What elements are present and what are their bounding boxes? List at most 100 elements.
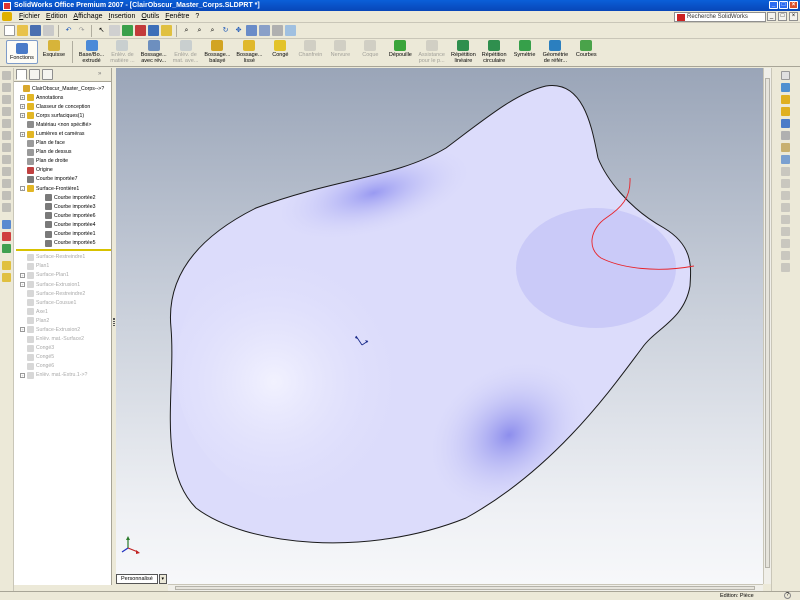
section-view-icon[interactable] — [272, 25, 283, 36]
maximize-button[interactable]: □ — [779, 1, 788, 9]
tree-expander-icon[interactable]: + — [20, 372, 25, 378]
pane-tool-7-icon[interactable] — [781, 239, 790, 248]
view-palette-icon[interactable] — [781, 131, 790, 140]
tree-item[interactable]: + Surface-Plan1 — [16, 271, 111, 280]
feature-manager-tab[interactable] — [16, 69, 27, 80]
smart-dimension-icon[interactable] — [2, 220, 11, 229]
configuration-manager-tab[interactable] — [42, 69, 53, 80]
task-pane-collapse-icon[interactable] — [781, 71, 790, 80]
tree-item[interactable]: Plan de face — [16, 139, 111, 148]
tab-fonctions[interactable]: Fonctions — [6, 40, 38, 64]
menu-insertion[interactable]: Insertion — [105, 13, 138, 20]
offset-tool-icon[interactable] — [2, 203, 11, 212]
block-icon[interactable] — [2, 273, 11, 282]
point-tool-icon[interactable] — [2, 143, 11, 152]
cmd-button-12[interactable]: Répétition linéaire — [451, 40, 476, 64]
trim-tool-icon[interactable] — [2, 191, 11, 200]
tree-item[interactable]: Courbe importée4 — [16, 220, 111, 229]
tree-expander-icon[interactable]: + — [20, 131, 25, 137]
open-folder-icon[interactable] — [17, 25, 28, 36]
redo-icon[interactable]: ↷ — [76, 25, 87, 36]
cmd-button-4[interactable]: Bossage... balayé — [204, 40, 230, 64]
print-icon[interactable] — [43, 25, 54, 36]
tree-item[interactable]: Axe1 — [16, 307, 111, 316]
doc-close-button[interactable]: × — [789, 12, 798, 21]
pane-tool-2-icon[interactable] — [781, 179, 790, 188]
tree-item[interactable]: Congé3 — [16, 344, 111, 353]
zoom-area-icon[interactable]: ⌕ — [194, 25, 205, 36]
tree-item[interactable]: Plan2 — [16, 316, 111, 325]
tree-item[interactable]: - Surface-Frontière1 — [16, 184, 111, 193]
cmd-button-1[interactable]: Enlèv. de matière ... — [110, 40, 135, 64]
cmd-button-3[interactable]: Enlèv. de mat. ave... — [173, 40, 198, 64]
cmd-button-5[interactable]: Bossage... lissé — [236, 40, 262, 64]
zoom-to-fit-icon[interactable]: ⌕ — [181, 25, 192, 36]
help-icon[interactable] — [161, 25, 172, 36]
tree-item[interactable]: Surface-Cousue1 — [16, 298, 111, 307]
display-style-icon[interactable] — [259, 25, 270, 36]
property-manager-tab[interactable] — [29, 69, 40, 80]
tree-expander-icon[interactable]: + — [20, 327, 25, 333]
cmd-button-7[interactable]: Chanfrein — [298, 40, 322, 64]
tree-item[interactable]: Courbe importée6 — [16, 211, 111, 220]
tab-personnalise[interactable]: Personnalisé — [116, 573, 158, 584]
rect-tool-icon[interactable] — [2, 95, 11, 104]
tree-item[interactable]: + Corps surfaciques(1) — [16, 111, 111, 120]
doc-restore-button[interactable]: □ — [778, 12, 787, 21]
sheet-dropdown-button[interactable]: ▾ — [158, 573, 167, 584]
view-orientation-icon[interactable] — [148, 25, 159, 36]
pane-tool-3-icon[interactable] — [781, 191, 790, 200]
standard-views-icon[interactable] — [246, 25, 257, 36]
view-icon[interactable] — [285, 25, 296, 36]
cmd-button-9[interactable]: Coque — [358, 40, 382, 64]
undo-icon[interactable]: ↶ — [63, 25, 74, 36]
vertical-scrollbar[interactable] — [763, 68, 771, 584]
new-document-icon[interactable] — [4, 25, 15, 36]
appearances-icon[interactable] — [781, 143, 790, 152]
save-icon[interactable] — [30, 25, 41, 36]
arc-tool-icon[interactable] — [2, 119, 11, 128]
tree-item[interactable]: Courbe importée5 — [16, 239, 111, 248]
sketch-tool-icon[interactable] — [2, 71, 11, 80]
tree-item[interactable]: Courbe importée7 — [16, 175, 111, 184]
layer-icon[interactable] — [2, 261, 11, 270]
tree-item[interactable]: ClairObscur_Master_Corps-->? — [16, 84, 111, 93]
pane-tool-6-icon[interactable] — [781, 227, 790, 236]
tree-item[interactable]: Matériau <non spécifié> — [16, 120, 111, 129]
tree-expander-icon[interactable]: + — [20, 282, 25, 288]
tree-item[interactable]: Plan de droite — [16, 157, 111, 166]
tree-item[interactable]: + Enlèv. mat.-Extru.1->? — [16, 371, 111, 380]
search-pane-icon[interactable] — [781, 119, 790, 128]
tree-expander-icon[interactable]: + — [20, 272, 25, 278]
menu-affichage[interactable]: Affichage — [70, 13, 105, 20]
menu-edition[interactable]: Edition — [43, 13, 70, 20]
custom-props-icon[interactable] — [781, 155, 790, 164]
tree-item[interactable]: + Lumières et caméras — [16, 129, 111, 138]
design-library-icon[interactable] — [781, 95, 790, 104]
pane-tool-8-icon[interactable] — [781, 251, 790, 260]
tree-item[interactable]: Courbe importée2 — [16, 193, 111, 202]
tab-esquisse[interactable]: Esquisse — [42, 40, 66, 58]
pane-tool-4-icon[interactable] — [781, 203, 790, 212]
tree-item[interactable]: Enlèv. mat.-Surface2 — [16, 335, 111, 344]
pane-tool-1-icon[interactable] — [781, 167, 790, 176]
cmd-button-11[interactable]: Assistance pour le p... — [418, 40, 445, 64]
options-icon[interactable] — [135, 25, 146, 36]
resources-icon[interactable] — [781, 83, 790, 92]
select-arrow-icon[interactable]: ↖ — [96, 25, 107, 36]
close-button[interactable]: × — [789, 1, 798, 9]
tree-item[interactable]: Congé6 — [16, 362, 111, 371]
horizontal-scroll-thumb[interactable] — [175, 586, 755, 590]
relations-icon[interactable] — [2, 232, 11, 241]
search-input[interactable]: Recherche SolidWorks — [674, 12, 766, 22]
menu-fichier[interactable]: Fichier — [16, 13, 43, 20]
tree-expander-icon[interactable]: + — [20, 113, 25, 119]
cmd-button-0[interactable]: Base/Bo... extrudé — [79, 40, 104, 64]
minimize-button[interactable]: _ — [769, 1, 778, 9]
tree-item[interactable]: Courbe importée1 — [16, 230, 111, 239]
text-tool-icon[interactable] — [2, 167, 11, 176]
horizontal-scrollbar[interactable] — [168, 584, 763, 591]
cmd-button-10[interactable]: Dépouille — [388, 40, 412, 64]
tree-item[interactable]: Courbe importée3 — [16, 202, 111, 211]
cmd-button-8[interactable]: Nervure — [328, 40, 352, 64]
